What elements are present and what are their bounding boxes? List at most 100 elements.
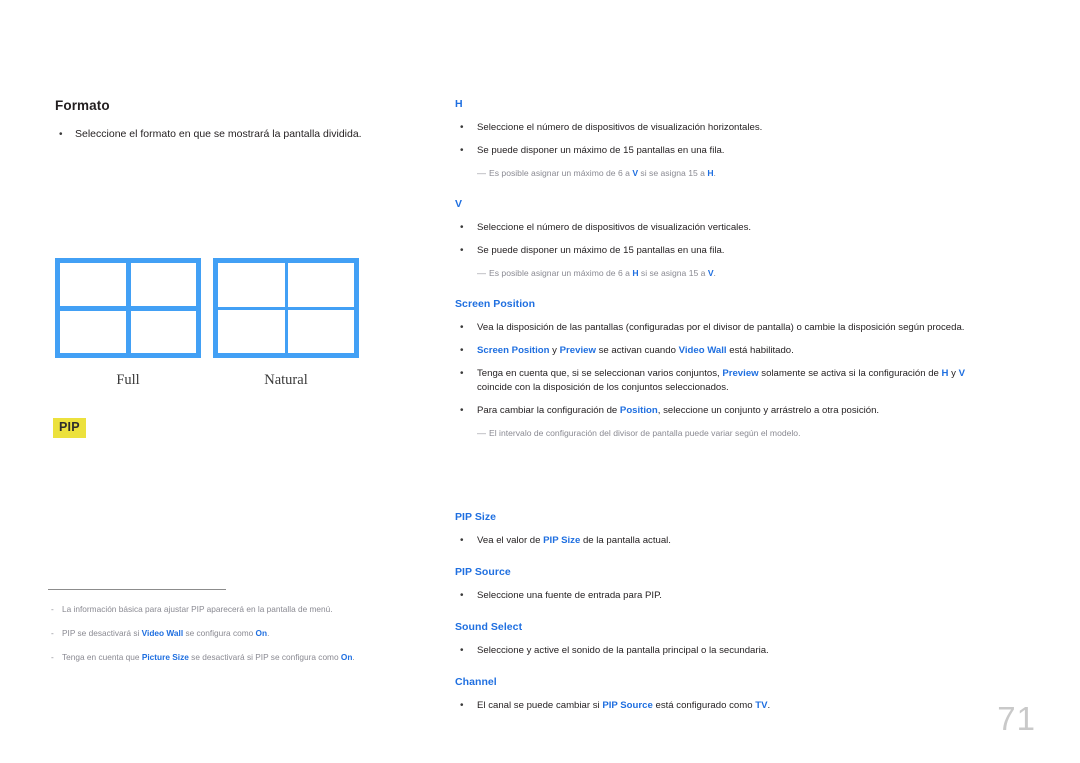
footnotes-block: - La información básica para ajustar PIP… (48, 589, 388, 675)
inline-text: , seleccione un conjunto y arrástrelo a … (657, 405, 880, 416)
heading-pip-size: PIP Size (455, 511, 497, 523)
inline-text: solamente se activa si la configuración … (758, 368, 942, 379)
footnote-text: Tenga en cuenta que Picture Size se desa… (62, 651, 388, 663)
bullet-text: Vea el valor de PIP Size de la pantalla … (477, 534, 1000, 548)
note-item: — Es posible asignar un máximo de 6 a V … (455, 167, 1000, 180)
bullet-text: Seleccione y active el sonido de la pant… (477, 645, 769, 656)
pip-section-badge: PIP (53, 418, 86, 438)
note-pre: Es posible asignar un máximo de 6 a (489, 268, 633, 278)
list-item: • Se puede disponer un máximo de 15 pant… (455, 244, 1000, 258)
inline-text: El canal se puede cambiar si (477, 700, 603, 711)
diagram-full: Full (55, 258, 201, 389)
footnote-highlight: On (340, 652, 353, 662)
footnote-dash-icon: - (51, 628, 54, 638)
list-item: • Vea el valor de PIP Size de la pantall… (455, 534, 1000, 548)
grid-2x2-natural (213, 258, 359, 358)
inline-text: de la pantalla actual. (580, 535, 671, 546)
bullet-text: Seleccione el número de dispositivos de … (477, 122, 763, 133)
note-mid: si se asigna 15 a (638, 268, 708, 278)
bullet-marker-icon: • (460, 145, 464, 156)
list-item: • Se puede disponer un máximo de 15 pant… (455, 144, 1000, 158)
page-number: 71 (997, 700, 1036, 737)
list-item: • Screen Position y Preview se activan c… (455, 344, 1000, 358)
bullet-marker-icon: • (460, 322, 464, 333)
bullet-text: Para cambiar la configuración de Positio… (477, 404, 1000, 418)
inline-text: está configurado como (652, 700, 756, 711)
bullet-marker-icon: • (460, 590, 464, 601)
list-item: • Tenga en cuenta que, si se seleccionan… (455, 367, 1000, 395)
footnote-pre: Tenga en cuenta que (62, 652, 142, 662)
note-dash-icon: — (477, 168, 486, 178)
inline-text: está habilitado. (726, 345, 794, 356)
footnote-highlight: On (255, 628, 268, 638)
bullet-marker-icon: • (460, 368, 464, 379)
heading-pip-source: PIP Source (455, 566, 511, 578)
bullet-text: Tenga en cuenta que, si se seleccionan v… (477, 367, 1000, 395)
heading-screen-position: Screen Position (455, 298, 536, 310)
inline-highlight: Preview (722, 368, 759, 379)
footnote-item: - Tenga en cuenta que Picture Size se de… (48, 651, 388, 663)
footnote-highlight: Picture Size (141, 652, 189, 662)
note-item: — Es posible asignar un máximo de 6 a H … (455, 267, 1000, 280)
inline-highlight: TV (755, 700, 768, 711)
inline-text: Para cambiar la configuración de (477, 405, 620, 416)
inline-highlight: Preview (559, 345, 596, 356)
note-text: El intervalo de configuración del diviso… (489, 428, 801, 438)
note-pre: Es posible asignar un máximo de 6 a (489, 168, 633, 178)
bullet-text: Seleccione una fuente de entrada para PI… (477, 590, 662, 601)
footnote-item: - La información básica para ajustar PIP… (48, 603, 388, 615)
format-diagrams: Full Natural (55, 258, 359, 389)
footnote-dash-icon: - (51, 604, 54, 614)
grid-cell (287, 309, 354, 353)
inline-highlight: Position (619, 405, 658, 416)
bullet-marker-icon: • (460, 405, 464, 416)
list-item: • Seleccione una fuente de entrada para … (455, 589, 1000, 603)
bullet-marker-icon: • (460, 645, 464, 656)
bullet-text: El canal se puede cambiar si PIP Source … (477, 699, 1000, 713)
left-column: Formato • Seleccione el formato en que s… (55, 98, 425, 151)
grid-cell (130, 263, 196, 306)
inline-text: y (948, 368, 959, 379)
bullet-text: Seleccione el formato en que se mostrará… (75, 128, 362, 140)
list-item: • Seleccione el formato en que se mostra… (55, 127, 425, 142)
list-item: • Vea la disposición de las pantallas (c… (455, 321, 1000, 335)
footnote-text: PIP se desactivará si Video Wall se conf… (62, 627, 388, 639)
bullet-marker-icon: • (460, 222, 464, 233)
bullet-marker-icon: • (460, 345, 464, 356)
diagram-natural: Natural (213, 258, 359, 389)
footnote-highlight: Video Wall (141, 628, 184, 638)
heading-v: V (455, 198, 463, 210)
inline-highlight: Screen Position (477, 345, 550, 356)
inline-text: se activan cuando (595, 345, 679, 356)
list-item: • El canal se puede cambiar si PIP Sourc… (455, 699, 1000, 713)
heading-channel: Channel (455, 676, 497, 688)
note-item: — El intervalo de configuración del divi… (455, 427, 1000, 440)
diagram-label-natural: Natural (264, 372, 308, 388)
inline-highlight: Video Wall (678, 345, 727, 356)
note-mid: si se asigna 15 a (638, 168, 708, 178)
footnote-pre: PIP se desactivará si (62, 628, 142, 638)
bullet-marker-icon: • (460, 700, 464, 711)
list-item: • Seleccione el número de dispositivos d… (455, 121, 1000, 135)
list-item: • Para cambiar la configuración de Posit… (455, 404, 1000, 418)
bullet-marker-icon: • (460, 122, 464, 133)
footnote-post: . (267, 628, 270, 638)
footnote-item: - PIP se desactivará si Video Wall se co… (48, 627, 388, 639)
grid-cell (218, 263, 285, 307)
note-text: Es posible asignar un máximo de 6 a H si… (489, 267, 1000, 280)
manual-page: Formato • Seleccione el formato en que s… (0, 0, 1080, 763)
inline-highlight: PIP Size (543, 535, 581, 546)
list-item: • Seleccione el número de dispositivos d… (455, 221, 1000, 235)
inline-highlight: PIP Source (602, 700, 653, 711)
bullet-text: Screen Position y Preview se activan cua… (477, 344, 1000, 358)
inline-text: y (549, 345, 560, 356)
right-column: H • Seleccione el número de dispositivos… (455, 98, 1000, 722)
page-title-formato: Formato (55, 98, 110, 113)
diagram-label-full: Full (116, 372, 140, 388)
footnote-divider (48, 589, 226, 590)
grid-cell (130, 310, 196, 353)
bullet-marker-icon: • (460, 535, 464, 546)
inline-text: coincide con la disposición de los conju… (477, 382, 729, 393)
inline-text: Tenga en cuenta que, si se seleccionan v… (477, 368, 723, 379)
footnote-dash-icon: - (51, 652, 54, 662)
